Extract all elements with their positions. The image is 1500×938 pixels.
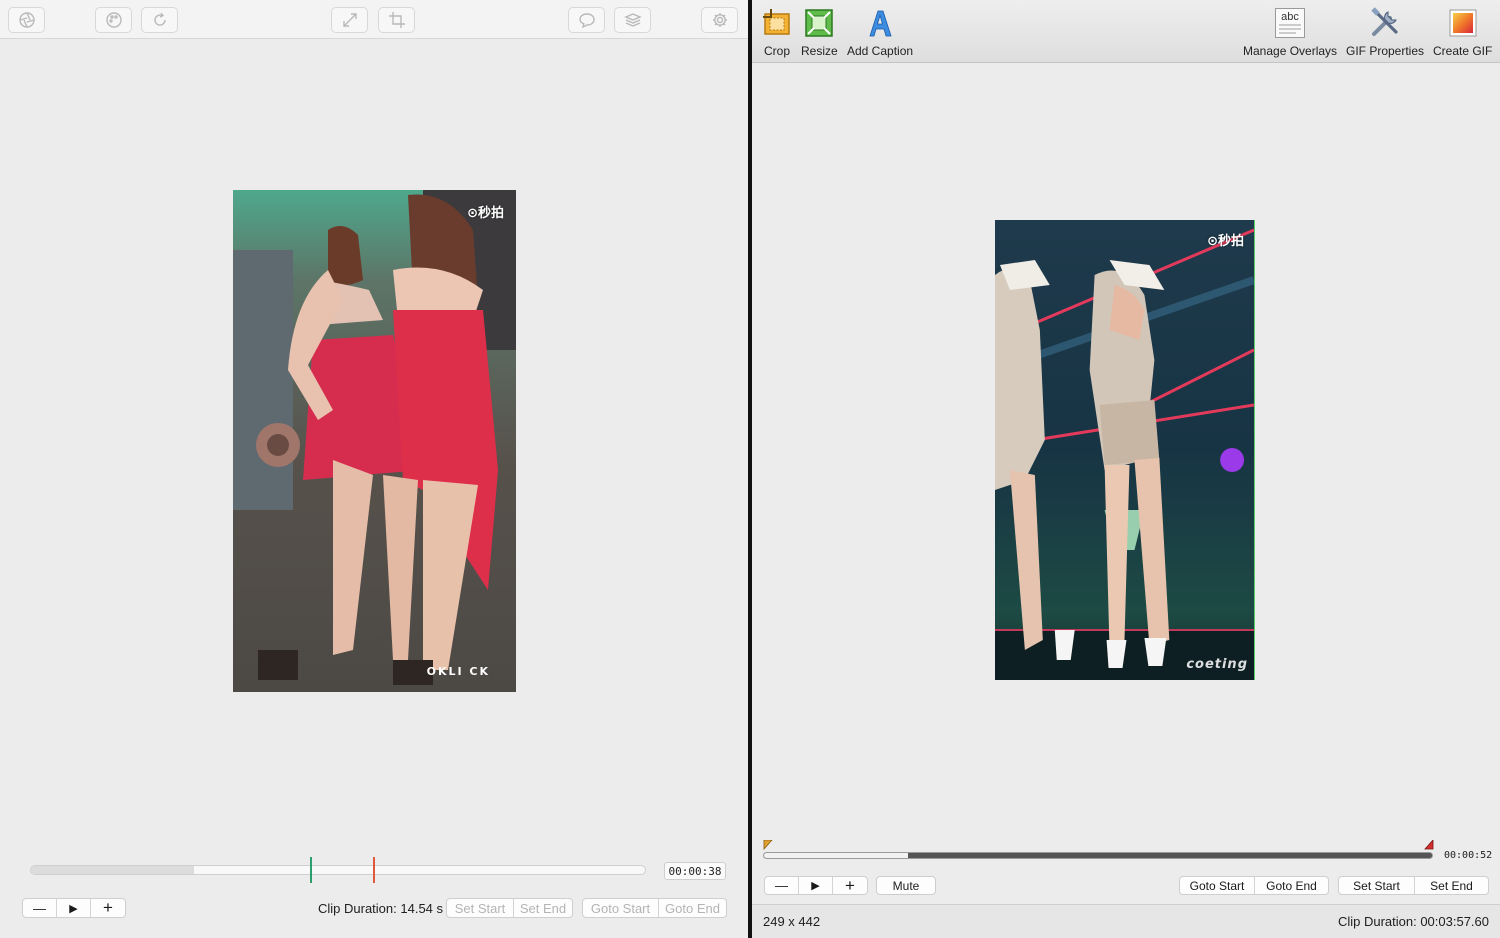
right-playback-controls: — ▶ +	[764, 876, 868, 895]
resize-arrow-icon	[342, 13, 357, 27]
right-toolbar: Crop Resize Add Caption abc Manage Overl…	[752, 0, 1500, 63]
right-editor-window: Crop Resize Add Caption abc Manage Overl…	[752, 0, 1500, 938]
left-timeline-track[interactable]	[30, 865, 646, 875]
manage-overlays-tool[interactable]: abc Manage Overlays	[1243, 6, 1337, 58]
watermark-bottom: coeting	[1186, 657, 1248, 672]
set-start-button[interactable]: Set Start	[447, 899, 514, 917]
watermark-top: ⊙秒拍	[1207, 234, 1244, 249]
goto-end-button[interactable]: Goto End	[659, 899, 726, 917]
set-end-button[interactable]: Set End	[1415, 877, 1488, 894]
zoom-out-button[interactable]: —	[23, 899, 57, 917]
left-video-preview: ⊙秒拍 OKLI CK	[233, 190, 516, 692]
tools-icon	[1368, 6, 1402, 40]
set-start-button[interactable]: Set Start	[1339, 877, 1415, 894]
left-timeline-played	[31, 866, 194, 874]
end-marker-flag[interactable]	[1424, 840, 1434, 850]
resize-tool[interactable]: Resize	[801, 6, 838, 58]
left-toolbar	[0, 0, 748, 39]
video-frame-image	[995, 220, 1254, 680]
goto-start-button[interactable]: Goto Start	[583, 899, 659, 917]
set-end-button[interactable]: Set End	[514, 899, 572, 917]
crop-icon	[760, 6, 794, 40]
goto-start-button[interactable]: Goto Start	[1180, 877, 1255, 894]
gif-properties-tool[interactable]: GIF Properties	[1346, 6, 1424, 58]
goto-end-button[interactable]: Goto End	[1255, 877, 1328, 894]
crop-button[interactable]	[378, 7, 415, 33]
status-bar: 249 x 442 Clip Duration: 00:03:57.60	[752, 904, 1500, 938]
create-gif-icon	[1446, 6, 1480, 40]
zoom-out-button[interactable]: —	[765, 877, 799, 894]
resize-icon	[802, 6, 836, 40]
palette-icon	[105, 12, 122, 28]
right-video-preview: ⊙秒拍 coeting	[995, 220, 1255, 680]
watermark-top: ⊙秒拍	[467, 206, 504, 221]
play-button[interactable]: ▶	[799, 877, 833, 894]
end-marker[interactable]	[372, 857, 375, 883]
play-button[interactable]: ▶	[57, 899, 91, 917]
rotate-button[interactable]	[141, 7, 178, 33]
manage-overlays-label: Manage Overlays	[1243, 44, 1338, 58]
add-caption-tool[interactable]: Add Caption	[847, 6, 913, 58]
caption-button[interactable]	[568, 7, 605, 33]
watermark-bottom: OKLI CK	[426, 665, 490, 678]
overlays-document-icon: abc	[1273, 6, 1307, 40]
zoom-in-button[interactable]: +	[833, 877, 867, 894]
create-gif-label: Create GIF	[1433, 44, 1493, 58]
crop-icon	[388, 12, 405, 28]
layers-button[interactable]	[614, 7, 651, 33]
color-palette-button[interactable]	[95, 7, 132, 33]
right-timecode: 00:00:52	[1444, 850, 1493, 861]
left-playback-controls: — ▶ +	[22, 898, 126, 918]
speech-bubble-icon	[578, 13, 595, 29]
layers-icon	[623, 13, 642, 27]
right-timeline-track[interactable]	[763, 852, 1433, 859]
crop-tool[interactable]: Crop	[760, 6, 794, 58]
resize-button[interactable]	[331, 7, 368, 33]
start-marker-flag[interactable]	[763, 840, 773, 850]
right-set-controls: Set Start Set End	[1338, 876, 1489, 895]
video-frame-image	[233, 190, 516, 692]
start-marker[interactable]	[309, 857, 312, 883]
aperture-icon	[18, 12, 35, 28]
right-goto-controls: Goto Start Goto End	[1179, 876, 1329, 895]
left-set-controls: Set Start Set End	[446, 898, 573, 918]
settings-button[interactable]	[701, 7, 738, 33]
left-timecode: 00:00:38	[664, 862, 726, 880]
aperture-button[interactable]	[8, 7, 45, 33]
gif-properties-label: GIF Properties	[1346, 44, 1425, 58]
create-gif-tool[interactable]: Create GIF	[1433, 6, 1492, 58]
left-goto-controls: Goto Start Goto End	[582, 898, 727, 918]
add-caption-label: Add Caption	[847, 44, 914, 58]
mute-button[interactable]: Mute	[876, 876, 936, 895]
caption-letter-icon	[863, 6, 897, 40]
dimensions-label: 249 x 442	[763, 914, 821, 929]
crop-label: Crop	[763, 44, 790, 58]
right-timeline-played	[764, 853, 908, 858]
resize-label: Resize	[801, 44, 838, 58]
left-clip-duration: Clip Duration: 14.54 s	[318, 901, 444, 916]
gear-icon	[712, 13, 727, 27]
overlays-icon-text: abc	[1281, 11, 1299, 23]
right-clip-duration: Clip Duration: 00:03:57.60	[1337, 914, 1489, 929]
zoom-in-button[interactable]: +	[91, 899, 125, 917]
rotate-icon	[153, 12, 166, 26]
left-editor-window: ⊙秒拍 OKLI CK 00:00:38 — ▶ + Clip Duration…	[0, 0, 748, 938]
